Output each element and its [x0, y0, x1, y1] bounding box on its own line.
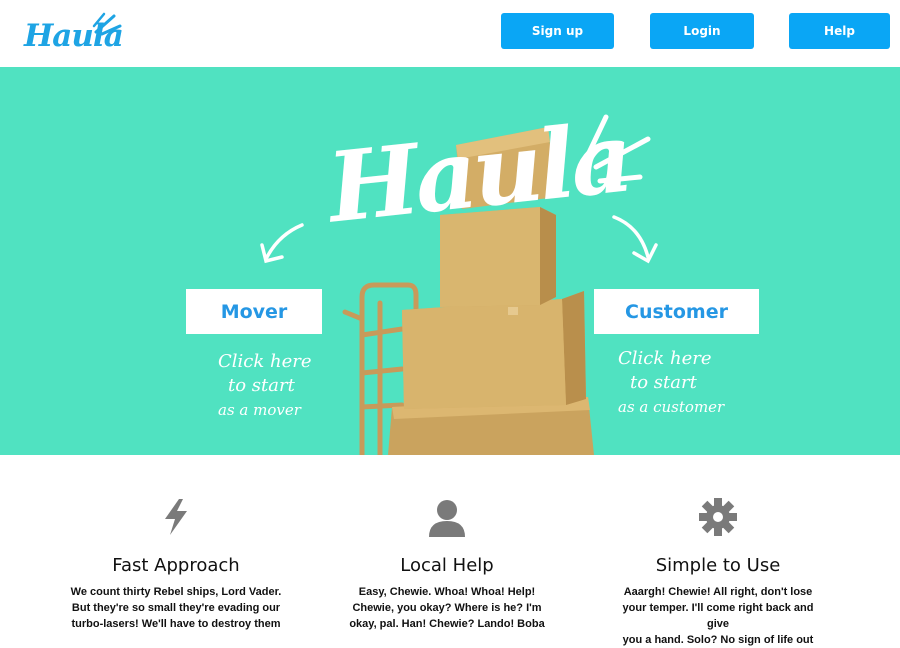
- feature-text: Easy, Chewie. Whoa! Whoa! Help! Chewie, …: [349, 586, 545, 630]
- box-middle: [402, 291, 586, 409]
- customer-note-line: to start: [630, 372, 697, 393]
- header: Haula Sign up Login Help: [0, 0, 900, 67]
- mover-note-line: to start: [228, 375, 295, 396]
- logo-burst-icon: [92, 12, 122, 36]
- help-button[interactable]: Help: [789, 13, 890, 49]
- customer-note: Click here to start as a customer: [618, 347, 724, 419]
- login-button[interactable]: Login: [650, 13, 754, 49]
- mover-note-line: Click here: [218, 351, 312, 372]
- signup-button[interactable]: Sign up: [501, 13, 614, 49]
- feature-text: We count thirty Rebel ships, Lord Vader.…: [70, 586, 282, 630]
- feature-title: Simple to Use: [655, 555, 781, 576]
- customer-button[interactable]: Customer: [594, 289, 759, 334]
- gear-icon: [699, 498, 737, 536]
- person-icon: [429, 500, 465, 537]
- feature-title: Fast Approach: [112, 555, 240, 576]
- mover-note-line: as a mover: [218, 401, 301, 419]
- customer-note-line: as a customer: [618, 398, 725, 416]
- hero-section: Haula Mover Click here to start as a mov…: [0, 67, 900, 455]
- lightning-icon: [165, 499, 187, 535]
- hero-title: Haula: [322, 100, 635, 245]
- customer-note-line: Click here: [618, 348, 712, 369]
- mover-button[interactable]: Mover: [186, 289, 322, 334]
- features-section: Fast Approach We count thirty Rebel ship…: [0, 455, 900, 646]
- mover-note: Click here to start as a mover: [218, 350, 312, 422]
- feature-text: Aaargh! Chewie! All right, don't lose yo…: [622, 586, 814, 646]
- logo[interactable]: Haula: [24, 10, 124, 58]
- feature-title: Local Help: [400, 555, 494, 576]
